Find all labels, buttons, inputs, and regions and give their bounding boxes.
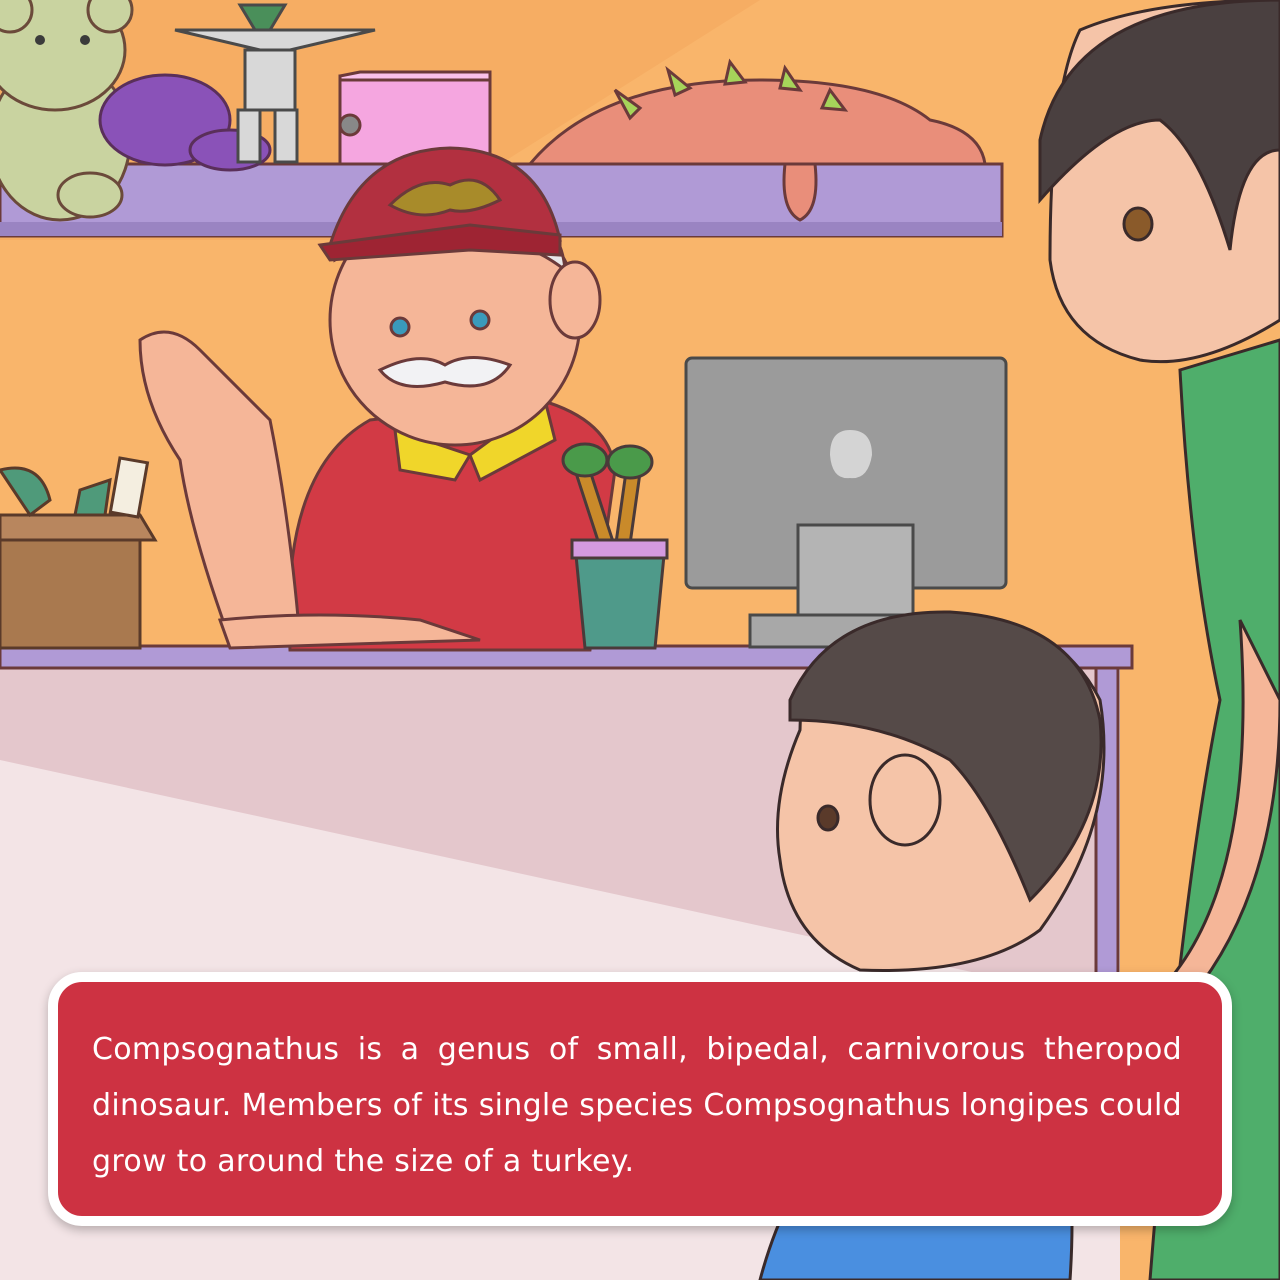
caption-text: Compsognathus is a genus of small, biped… [92, 1032, 1182, 1179]
caption-box: Compsognathus is a genus of small, biped… [48, 972, 1232, 1226]
apple-logo-icon [830, 430, 872, 479]
